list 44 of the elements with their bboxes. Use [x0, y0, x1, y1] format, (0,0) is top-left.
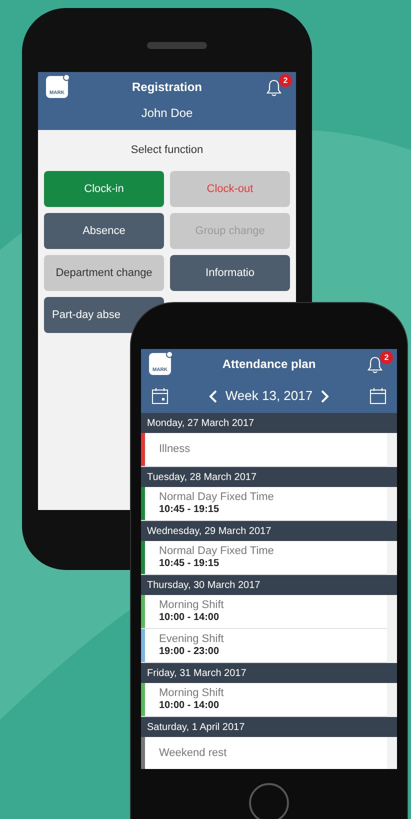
shift-entry[interactable]: Illness	[141, 433, 387, 467]
day-date: Tuesday, 28 March 2017	[147, 470, 257, 484]
shift-name: Normal Day Fixed Time	[159, 491, 274, 504]
notification-bell-icon[interactable]	[266, 79, 282, 97]
calendar-icon[interactable]	[151, 387, 169, 405]
prompt-text: Select function	[130, 143, 204, 158]
phone-speaker	[147, 42, 207, 49]
day-date: Monday, 27 March 2017	[147, 416, 254, 430]
shift-entry[interactable]: Morning Shift 10:00 - 14:00	[141, 683, 387, 717]
user-name: John Doe	[141, 105, 193, 122]
next-week-icon[interactable]	[320, 390, 329, 402]
notification-badge: 2	[380, 351, 393, 364]
function-button[interactable]: Informatio	[170, 254, 290, 290]
previous-week-icon[interactable]	[209, 390, 218, 402]
shift-entry[interactable]: Normal Day Fixed Time 10:45 - 19:15	[141, 541, 387, 575]
day-date: Thursday, 30 March 2017	[147, 578, 260, 592]
screen-title: Attendance plan	[222, 356, 316, 373]
shift-entry[interactable]: Weekend rest	[141, 737, 387, 769]
shift-entry[interactable]: Evening Shift 19:00 - 23:00	[141, 629, 387, 663]
shift-entry[interactable]: Normal Day Fixed Time 10:45 - 19:15	[141, 487, 387, 521]
shift-time: 19:00 - 23:00	[159, 646, 220, 658]
shift-time: 10:45 - 19:15	[159, 558, 220, 570]
shift-name: Morning Shift	[159, 599, 224, 612]
shift-time: 10:00 - 14:00	[159, 700, 220, 712]
shift-name: Normal Day Fixed Time	[159, 545, 274, 558]
screen-title: Registration	[132, 79, 202, 96]
day-date: Saturday, 1 April 2017	[147, 720, 245, 734]
function-button[interactable]: Department change	[44, 254, 164, 290]
day-date: Friday, 31 March 2017	[147, 666, 246, 680]
notification-badge: 2	[278, 74, 292, 87]
shift-name: Weekend rest	[159, 747, 227, 760]
home-button[interactable]	[249, 783, 289, 819]
shift-name: Evening Shift	[159, 633, 224, 646]
week-label: Week 13, 2017	[225, 387, 313, 406]
shift-name: Illness	[159, 443, 190, 456]
function-button[interactable]: Clock-in	[44, 170, 164, 206]
shift-time: 10:45 - 19:15	[159, 504, 220, 516]
shift-name: Morning Shift	[159, 687, 224, 700]
function-button[interactable]: Absence	[44, 212, 164, 248]
day-date: Wednesday, 29 March 2017	[147, 524, 272, 538]
calendar-icon[interactable]	[369, 387, 387, 405]
shift-entry[interactable]: Morning Shift 10:00 - 14:00	[141, 595, 387, 629]
notification-bell-icon[interactable]	[366, 356, 383, 374]
shift-time: 10:00 - 14:00	[159, 612, 220, 624]
